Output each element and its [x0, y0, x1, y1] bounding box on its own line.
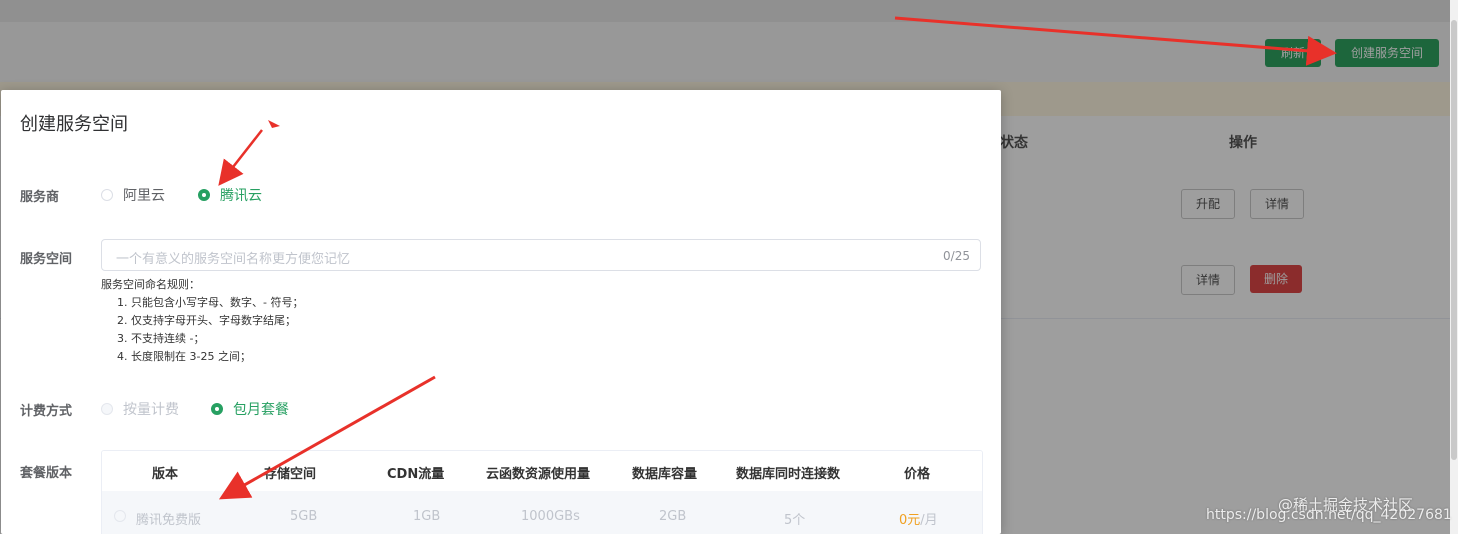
arrow-tip-fragment — [268, 120, 280, 128]
arrow-to-tencent-radio — [218, 129, 263, 186]
annotation-arrows — [218, 16, 1337, 500]
arrow-to-free-package — [218, 375, 436, 500]
arrow-to-create-button — [894, 16, 1337, 66]
